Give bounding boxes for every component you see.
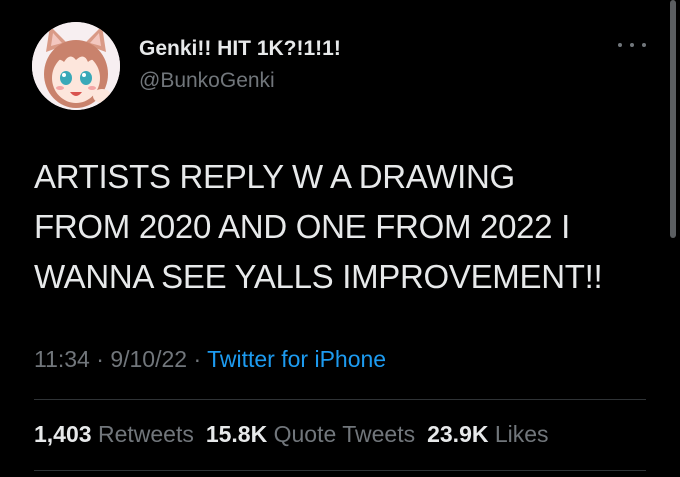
tweet-date[interactable]: 9/10/22 [110, 346, 187, 372]
dot [630, 43, 634, 47]
likes-stat[interactable]: 23.9K Likes [427, 421, 548, 447]
dot [642, 43, 646, 47]
likes-count: 23.9K [427, 421, 489, 447]
quote-tweets-label: Quote Tweets [273, 421, 416, 447]
avatar[interactable] [32, 22, 120, 110]
tweet-source-link[interactable]: Twitter for iPhone [207, 346, 386, 372]
tweet-text-line: ARTISTS REPLY W A DRAWING [34, 158, 515, 195]
dot [618, 43, 622, 47]
divider [34, 470, 646, 471]
retweets-label: Retweets [97, 421, 194, 447]
tweet-time[interactable]: 11:34 [34, 346, 90, 372]
quote-tweets-count: 15.8K [205, 421, 268, 447]
avatar-illustration [32, 22, 120, 110]
tweet-meta: 11:34 · 9/10/22 · Twitter for iPhone [34, 346, 386, 373]
tweet-text-line: WANNA SEE YALLS IMPROVEMENT!! [34, 258, 603, 295]
retweets-count: 1,403 [34, 421, 92, 447]
retweets-stat[interactable]: 1,403 Retweets [34, 421, 194, 447]
more-options-icon[interactable] [618, 36, 646, 54]
quote-tweets-stat[interactable]: 15.8K Quote Tweets [206, 421, 415, 447]
tweet-detail: Genki!! HIT 1K?!1!1! @BunkoGenki ARTISTS… [0, 0, 680, 477]
tweet-text: ARTISTS REPLY W A DRAWING FROM 2020 AND … [34, 152, 664, 302]
user-handle[interactable]: @BunkoGenki [139, 69, 275, 93]
meta-separator: · [193, 346, 202, 372]
divider [34, 399, 646, 400]
likes-label: Likes [494, 421, 549, 447]
meta-separator: · [96, 346, 104, 372]
engagement-stats: 1,403 Retweets 15.8K Quote Tweets 23.9K Li… [34, 421, 549, 448]
display-name[interactable]: Genki!! HIT 1K?!1!1! [139, 37, 341, 61]
tweet-text-line: FROM 2020 AND ONE FROM 2022 I [34, 208, 570, 245]
scrollbar[interactable] [670, 0, 676, 238]
